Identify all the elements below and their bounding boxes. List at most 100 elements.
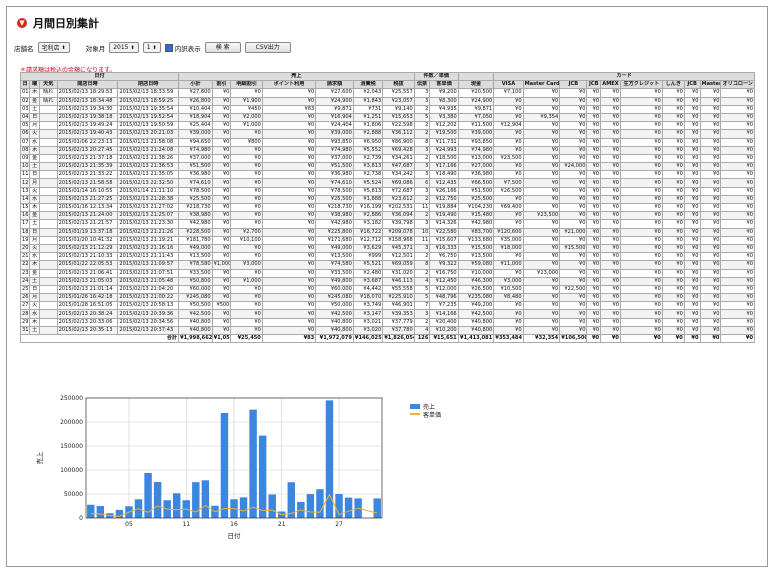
table-cell: ¥0 xyxy=(586,121,602,131)
table-cell: ¥0 xyxy=(619,252,663,262)
table-cell: ¥0 xyxy=(699,309,722,319)
table-cell: ¥23,000 xyxy=(522,268,561,278)
table-cell: ¥0 xyxy=(661,153,685,164)
table-cell: 6 xyxy=(413,178,431,188)
table-cell: ¥0 xyxy=(586,194,602,205)
table-cell: ¥18,904 xyxy=(178,112,213,123)
table-cell: ¥78,580 xyxy=(178,260,213,270)
legend-item-unit-price: 客単価 xyxy=(410,410,441,419)
table-cell: ¥0 xyxy=(619,178,663,188)
table-cell: 日 xyxy=(29,227,40,237)
table-cell: 27 xyxy=(19,301,31,311)
table-cell: ¥0 xyxy=(699,301,722,311)
table-cell xyxy=(38,145,58,155)
month-select[interactable]: 1 ⬍ xyxy=(142,42,161,53)
table-cell: ¥0 xyxy=(559,268,588,278)
table-cell: 2015/02/13 20:38:24 xyxy=(56,309,119,319)
table-cell: ¥7,050 xyxy=(457,112,495,123)
search-button[interactable]: 検 索 xyxy=(204,42,241,53)
table-cell: ¥0 xyxy=(211,162,232,172)
table-cell: 2015/02/13 20:58:13 xyxy=(117,301,180,311)
table-cell: ¥235,080 xyxy=(457,293,495,303)
table-cell: 05 xyxy=(19,121,31,131)
table-cell: ¥0 xyxy=(720,153,755,164)
table-cell xyxy=(38,243,58,254)
table-cell: ¥0 xyxy=(600,325,621,336)
table-cell: ¥0 xyxy=(522,227,561,237)
table-cell: ¥0 xyxy=(211,137,232,147)
table-cell: ¥0 xyxy=(522,162,561,172)
table-cell: ¥0 xyxy=(522,145,561,155)
store-select[interactable]: 宅利店 ⬍ xyxy=(37,42,70,53)
table-cell xyxy=(38,129,58,139)
table-cell: ¥0 xyxy=(600,301,621,311)
table-cell: ¥0 xyxy=(683,162,701,172)
table-cell: ¥50,000 xyxy=(315,301,354,311)
table-cell: 21 xyxy=(19,252,31,262)
column-header: 客単価 xyxy=(429,80,459,90)
table-row: 06 火 2015/02/13 19:40:43 2015/02/13 20:21:0… xyxy=(19,129,755,139)
table-cell: 2015/02/13 21:19:21 xyxy=(117,235,180,245)
table-cell: ¥16,904 xyxy=(315,112,354,123)
table-cell: ¥0 xyxy=(559,153,588,164)
table-cell: ¥0 xyxy=(619,325,663,336)
collapse-icon[interactable]: ▼ xyxy=(17,18,27,28)
table-cell: ¥0 xyxy=(211,293,232,303)
table-cell: ¥0 xyxy=(699,194,722,205)
tax-breakdown-checkbox[interactable]: 内訳表示 xyxy=(164,43,201,53)
table-cell: ¥0 xyxy=(493,162,524,172)
year-select[interactable]: 2015 ⬍ xyxy=(109,42,139,53)
table-cell: ¥15,500 xyxy=(559,243,588,254)
table-cell: 10 xyxy=(413,227,431,237)
csv-export-button[interactable]: CSV出力 xyxy=(244,42,291,53)
table-row: 05 月 2015/02/13 19:49:24 2015/02/13 19:50:5… xyxy=(19,121,755,131)
table-cell: ¥800 xyxy=(230,137,263,147)
table-cell: ¥0 xyxy=(720,121,755,131)
table-cell: ¥3,629 xyxy=(352,243,384,254)
table-cell: ¥0 xyxy=(559,145,588,155)
filter-bar: 店舗名 宅利店 ⬍ 対象月 2015 ⬍ 1 ⬍ 内訳表示 検 索 CSV出力 xyxy=(14,42,291,53)
table-cell: ¥24,000 xyxy=(559,162,588,172)
table-cell: 日 xyxy=(29,170,40,180)
table-cell: 2015/02/13 22:32:50 xyxy=(117,178,180,188)
table-cell: 2015/02/13 18:29:53 xyxy=(56,88,119,98)
table-cell xyxy=(38,227,58,237)
table-cell: ¥0 xyxy=(522,186,561,196)
table-cell: ¥0 xyxy=(559,235,588,245)
table-cell: ¥0 xyxy=(683,178,701,188)
table-cell: ¥0 xyxy=(230,162,263,172)
column-header: Master Card xyxy=(522,80,561,90)
sales-chart: 0 50000 100000 150000 200000 250000 05 11 16 21 27… xyxy=(30,392,390,550)
table-cell: ¥0 xyxy=(661,162,685,172)
table-cell: ¥0 xyxy=(522,96,561,106)
table-cell: ¥49,800 xyxy=(315,276,354,286)
table-cell: ¥0 xyxy=(661,325,685,336)
table-cell: ¥12,000 xyxy=(429,284,459,295)
table-cell: ¥0 xyxy=(211,211,232,221)
total-cell: ¥1,826,054 xyxy=(382,333,415,344)
table-cell: 月 xyxy=(29,178,40,188)
table-cell: ¥0 xyxy=(211,129,232,139)
table-cell: ¥0 xyxy=(586,309,602,319)
table-cell: ¥24,900 xyxy=(315,96,354,106)
table-cell: ¥0 xyxy=(661,268,685,278)
table-cell: 2 xyxy=(413,121,431,131)
chevron-down-icon: ⬍ xyxy=(130,44,135,51)
table-cell: ¥1,251 xyxy=(352,112,384,123)
table-cell: ¥245,080 xyxy=(315,293,354,303)
table-row: 07 水 2015/01/06 22:23:13 2015/01/13 21:58:0… xyxy=(19,137,755,147)
table-row: 31 土 2015/02/13 20:35:13 2015/02/13 20:37:4… xyxy=(19,325,755,336)
table-cell: ¥0 xyxy=(683,317,701,327)
bar xyxy=(172,493,181,518)
total-cell: 126 xyxy=(413,333,431,344)
total-cell: ¥32,354 xyxy=(522,333,561,344)
table-cell: ¥4,442 xyxy=(352,284,384,295)
table-cell: ¥0 xyxy=(586,96,602,106)
table-cell: ¥24,900 xyxy=(457,96,495,106)
table-cell: ¥0 xyxy=(600,227,621,237)
table-cell: ¥0 xyxy=(522,252,561,262)
table-cell: 2015/02/13 21:37:18 xyxy=(56,153,119,164)
table-cell: ¥74,610 xyxy=(178,178,213,188)
table-cell: ¥0 xyxy=(261,284,317,295)
table-cell: ¥18,490 xyxy=(429,170,459,180)
